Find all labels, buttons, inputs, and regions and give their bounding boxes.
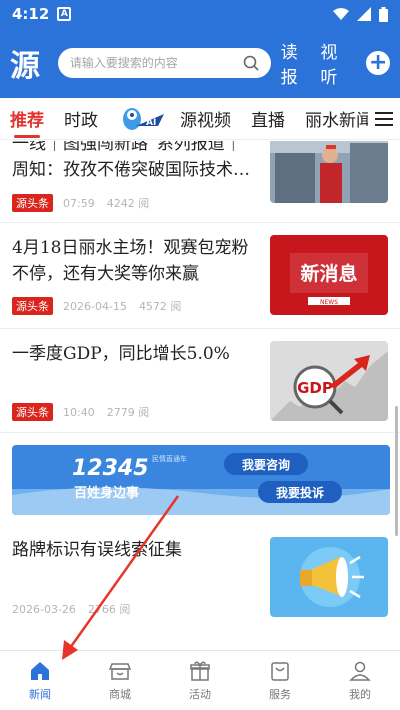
item-date: 2026-04-15 <box>63 299 127 313</box>
scrollbar[interactable] <box>395 406 398 536</box>
notification-icon: A <box>57 7 72 21</box>
nav-label: 我的 <box>349 687 371 701</box>
media-link[interactable]: 视听 <box>320 38 354 88</box>
source-badge: 源头条 <box>12 194 53 212</box>
newspaper-link[interactable]: 读报 <box>281 38 315 88</box>
search-bar[interactable] <box>57 48 271 78</box>
source-badge: 源头条 <box>12 297 53 315</box>
app-logo: 源 <box>10 49 40 84</box>
item-date: 07:59 <box>63 196 95 210</box>
item-title: 一线｜图强闯新路”系列报道｜ 周知：孜孜不倦突破国际技术… <box>12 141 250 180</box>
channel-tabs: 推荐 时政 AI 源视频 直播 丽水新闻联 <box>0 98 400 140</box>
plus-icon: + <box>368 50 388 75</box>
nav-activity[interactable]: 活动 <box>160 651 240 710</box>
tab-politics[interactable]: 时政 <box>64 98 98 139</box>
system-icons <box>333 6 388 22</box>
item-meta: 源头条 07:59 4242 阅 <box>12 194 149 212</box>
shop-icon <box>109 662 131 680</box>
item-thumbnail: GDP <box>270 341 388 421</box>
tab-live[interactable]: 直播 <box>251 98 285 139</box>
battery-icon <box>379 6 388 22</box>
hotline-tag: 民情直通车 <box>152 454 187 463</box>
hotline-banner[interactable]: 12345 百姓身边事 民情直通车 我要咨询 我要投诉 <box>12 445 390 515</box>
nav-shop[interactable]: 商城 <box>80 651 160 710</box>
home-icon <box>31 661 49 680</box>
nav-label: 服务 <box>269 687 291 701</box>
item-title: 4月18日丽水主场！观赛包宠粉 不停，还有大奖等你来赢 <box>12 238 249 284</box>
hotline-number: 12345 <box>72 456 149 481</box>
list-item[interactable]: 路牌标识有误线索征集 2026-03-26 2766 阅 <box>0 523 400 641</box>
bag-icon <box>271 661 289 681</box>
item-thumbnail: 新消息 NEWS <box>270 235 388 315</box>
hotline-slogan: 百姓身边事 <box>74 485 139 501</box>
item-views: 4242 阅 <box>106 197 150 210</box>
nav-profile[interactable]: 我的 <box>320 651 400 710</box>
nav-service[interactable]: 服务 <box>240 651 320 710</box>
complaint-button: 我要投诉 <box>276 485 324 500</box>
signal-icon <box>357 7 371 21</box>
item-title: 一季度GDP，同比增长5.0% <box>12 344 230 364</box>
nav-label: 商城 <box>109 687 131 701</box>
app-header: 源 读报 视听 + <box>0 28 400 98</box>
item-title: 路牌标识有误线索征集 <box>12 540 182 560</box>
item-meta: 源头条 2026-04-15 4572 阅 <box>12 297 181 315</box>
nav-label: 活动 <box>189 687 211 701</box>
tab-recommend[interactable]: 推荐 <box>10 98 44 139</box>
add-button[interactable]: + <box>366 51 390 75</box>
item-meta: 2026-03-26 2766 阅 <box>12 601 130 617</box>
list-item[interactable]: 一线｜图强闯新路”系列报道｜ 周知：孜孜不倦突破国际技术… 源头条 07:59 … <box>0 141 400 223</box>
wifi-icon <box>333 8 349 20</box>
nav-news[interactable]: 新闻 <box>0 651 80 710</box>
svg-text:AI: AI <box>146 118 156 128</box>
status-bar: 4:12 A <box>0 0 400 28</box>
item-views: 2766 阅 <box>87 603 131 616</box>
news-feed: 一线｜图强闯新路”系列报道｜ 周知：孜孜不倦突破国际技术… 源头条 07:59 … <box>0 141 400 645</box>
thumb-subtext: NEWS <box>320 299 338 306</box>
item-views: 4572 阅 <box>138 300 182 313</box>
gift-icon <box>190 661 210 681</box>
item-thumbnail <box>270 537 388 617</box>
search-input[interactable] <box>69 56 243 70</box>
item-date: 10:40 <box>63 405 95 419</box>
source-badge: 源头条 <box>12 403 53 421</box>
thumb-headline: GDP <box>297 379 333 397</box>
thumb-headline: 新消息 <box>300 262 357 285</box>
item-thumbnail <box>270 141 388 203</box>
item-meta: 源头条 10:40 2779 阅 <box>12 403 149 421</box>
consult-button: 我要咨询 <box>242 457 290 472</box>
nav-label: 新闻 <box>29 687 51 701</box>
tab-source-video[interactable]: 源视频 <box>180 98 231 139</box>
list-item[interactable]: 4月18日丽水主场！观赛包宠粉 不停，还有大奖等你来赢 源头条 2026-04-… <box>0 223 400 329</box>
list-item[interactable]: 一季度GDP，同比增长5.0% 源头条 10:40 2779 阅 GDP <box>0 329 400 433</box>
bottom-navigation: 新闻 商城 活动 服务 我的 <box>0 650 400 710</box>
item-date: 2026-03-26 <box>12 602 76 616</box>
item-views: 2779 阅 <box>106 406 150 419</box>
mascot-tab-logo[interactable]: AI <box>118 104 166 134</box>
search-icon[interactable] <box>243 55 259 71</box>
clock: 4:12 <box>12 5 50 23</box>
user-icon <box>349 661 371 681</box>
menu-icon[interactable] <box>368 98 400 139</box>
